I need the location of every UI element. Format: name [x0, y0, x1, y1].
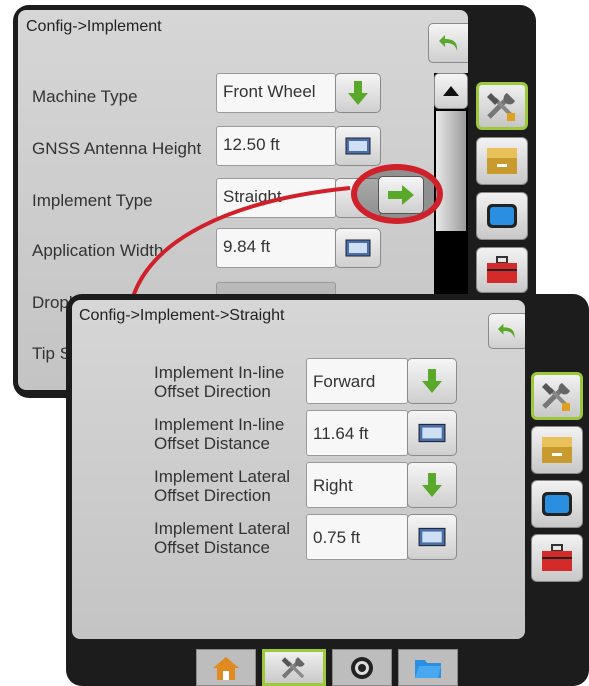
- page-title: Config->Implement: [26, 18, 162, 35]
- side-tab-screen[interactable]: [531, 480, 583, 528]
- keyboard-icon: [345, 239, 371, 257]
- right-arrow-icon: [388, 185, 414, 205]
- row-label: Implement Type: [32, 191, 153, 210]
- console-icon: [487, 148, 517, 174]
- lateral-direction-field[interactable]: Right: [306, 462, 408, 508]
- side-tab-toolbox[interactable]: [476, 247, 528, 293]
- back-arrow-icon: [439, 35, 458, 51]
- console-icon: [542, 437, 572, 463]
- front-screen: Config->Implement->Straight Implement In…: [72, 300, 525, 639]
- tools-icon: [487, 93, 515, 121]
- row-label-line2: Offset Distance: [154, 434, 270, 453]
- keyboard-button[interactable]: [407, 410, 457, 456]
- toolbox-icon: [487, 256, 517, 283]
- down-arrow-icon: [422, 473, 442, 497]
- machine-type-dropdown-button[interactable]: [335, 73, 381, 113]
- side-tab-toolbox[interactable]: [531, 534, 583, 582]
- lateral-distance-field[interactable]: 0.75 ft: [306, 514, 408, 560]
- back-button[interactable]: [428, 23, 468, 63]
- machine-type-field[interactable]: Front Wheel: [216, 73, 336, 113]
- down-arrow-icon: [422, 369, 442, 393]
- back-arrow-icon: [497, 323, 515, 339]
- folder-icon: [415, 659, 441, 678]
- implement-type-field[interactable]: Straight: [216, 178, 336, 218]
- front-panel: Config->Implement->Straight Implement In…: [66, 294, 589, 686]
- keyboard-icon: [418, 527, 446, 547]
- scroll-up-button[interactable]: [434, 73, 468, 109]
- row-label: Implement In-line Offset Distance: [154, 415, 284, 453]
- row-label-line1: Implement In-line: [154, 363, 285, 382]
- side-tab-tools[interactable]: [476, 82, 528, 130]
- row-label: Implement Lateral Offset Distance: [154, 519, 290, 557]
- bottom-tab-folder[interactable]: [398, 649, 458, 686]
- side-tab-screen[interactable]: [476, 192, 528, 240]
- row-label: Implement Lateral Offset Direction: [154, 467, 290, 505]
- down-arrow-icon: [348, 81, 368, 105]
- side-tab-console[interactable]: [476, 137, 528, 185]
- row-label-line1: Implement Lateral: [154, 519, 291, 538]
- keyboard-icon: [345, 137, 371, 155]
- keyboard-button[interactable]: [407, 514, 457, 560]
- lateral-direction-dropdown-button[interactable]: [407, 462, 457, 508]
- row-label: Application Width: [32, 241, 164, 260]
- keyboard-button[interactable]: [335, 126, 381, 166]
- application-width-field[interactable]: 9.84 ft: [216, 228, 336, 268]
- inline-direction-dropdown-button[interactable]: [407, 358, 457, 404]
- row-label-line1: Implement In-line: [154, 415, 285, 434]
- back-button[interactable]: [488, 313, 525, 349]
- screen-icon: [542, 492, 572, 516]
- next-arrow-button[interactable]: [378, 176, 424, 214]
- bottom-tab-camera[interactable]: [332, 649, 392, 686]
- page-title: Config->Implement->Straight: [79, 307, 285, 324]
- antenna-height-field[interactable]: 12.50 ft: [216, 126, 336, 166]
- scrollbar-thumb[interactable]: [436, 111, 466, 231]
- bottom-tab-tools[interactable]: [262, 649, 326, 686]
- inline-direction-field[interactable]: Forward: [306, 358, 408, 404]
- camera-icon: [351, 656, 373, 679]
- row-label: GNSS Antenna Height: [32, 139, 202, 158]
- row-label: Machine Type: [32, 87, 138, 106]
- row-label-line2: Offset Direction: [154, 486, 271, 505]
- toolbox-icon: [542, 544, 572, 571]
- keyboard-button[interactable]: [335, 228, 381, 268]
- home-icon: [213, 656, 239, 680]
- screen-icon: [487, 204, 517, 228]
- up-triangle-icon: [443, 86, 459, 96]
- keyboard-icon: [418, 423, 446, 443]
- row-label-line2: Offset Direction: [154, 382, 271, 401]
- tools-icon: [281, 656, 305, 679]
- row-label: Implement In-line Offset Direction: [154, 363, 284, 401]
- row-label-line1: Implement Lateral: [154, 467, 291, 486]
- row-label-line2: Offset Distance: [154, 538, 270, 557]
- side-tab-console[interactable]: [531, 426, 583, 474]
- inline-distance-field[interactable]: 11.64 ft: [306, 410, 408, 456]
- bottom-tab-home[interactable]: [196, 649, 256, 686]
- tools-icon: [542, 383, 570, 411]
- side-tab-tools[interactable]: [531, 372, 583, 420]
